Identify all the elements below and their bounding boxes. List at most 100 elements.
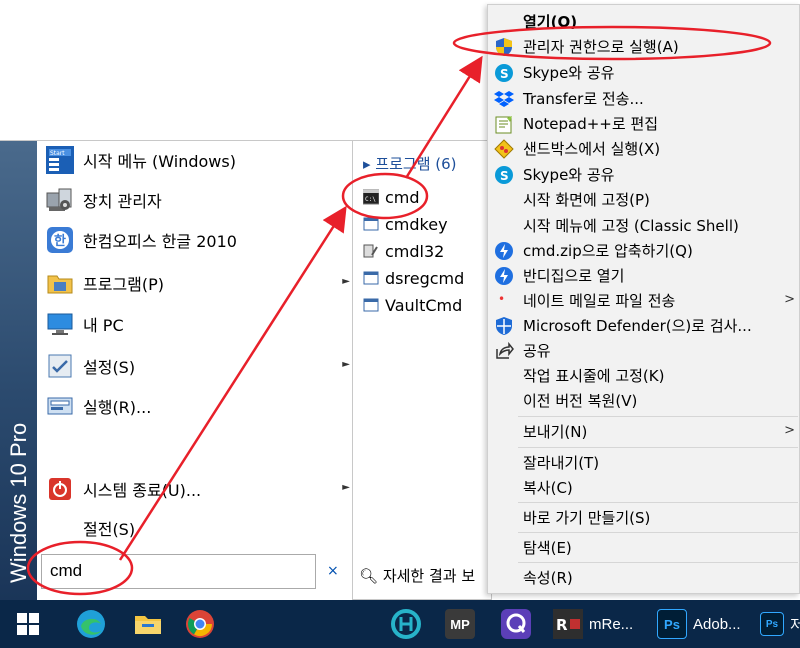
ctx-pin-taskbar[interactable]: 작업 표시줄에 고정(K) (488, 363, 800, 388)
svg-text:한: 한 (54, 233, 66, 249)
share-icon (496, 341, 514, 359)
start-item-label: 시작 메뉴 (Windows) (83, 152, 236, 171)
menu-separator (518, 562, 798, 563)
ctx-label: 이전 버전 복원(V) (523, 392, 638, 410)
ctx-properties[interactable]: 속성(R) (488, 565, 800, 590)
taskbar-label: 저 (790, 616, 800, 634)
taskbar-photoshop-2[interactable]: Ps 저 (760, 608, 800, 640)
photoshop-icon: Ps (657, 609, 687, 639)
uac-shield-icon (496, 38, 512, 56)
ctx-pin-classic-shell[interactable]: 시작 메뉴에 고정 (Classic Shell) (488, 213, 800, 238)
menu-separator (518, 502, 798, 503)
file-explorer-icon (135, 616, 161, 634)
skype-icon: S (495, 64, 513, 82)
ctx-label: 탐색(E) (523, 539, 572, 557)
mp-icon: MP (445, 609, 475, 639)
edge-icon (77, 610, 105, 638)
result-label: cmd (385, 187, 420, 207)
start-item-label: 시스템 종료(U)... (83, 481, 202, 500)
ctx-run-as-admin[interactable]: 관리자 권한으로 실행(A) (488, 34, 800, 59)
ctx-transfer[interactable]: Transfer로 전송... (488, 86, 800, 111)
taskbar-mremote[interactable]: R mRe... (553, 608, 633, 640)
ctx-share-skype[interactable]: S Skype와 공유 (488, 60, 800, 85)
result-label: dsregcmd (385, 268, 465, 288)
start-item-settings[interactable]: 설정(S) ► (37, 349, 360, 383)
ctx-nate-mail[interactable]: • 네이트 메일로 파일 전송 > (488, 288, 800, 313)
ctx-open[interactable]: 열기(O) (488, 9, 800, 34)
taskbar-edge[interactable] (75, 608, 107, 640)
ctx-copy[interactable]: 복사(C) (488, 475, 800, 500)
ctx-restore-versions[interactable]: 이전 버전 복원(V) (488, 388, 800, 413)
taskbar-app-h[interactable] (390, 608, 422, 640)
chrome-icon (186, 610, 214, 638)
taskbar-label: Adob... (693, 615, 741, 633)
start-item-start-menu-windows[interactable]: Start 시작 메뉴 (Windows) (37, 143, 360, 177)
result-vaultcmd[interactable]: VaultCmd (357, 292, 491, 318)
start-item-label: 프로그램(P) (83, 275, 165, 294)
ctx-cut[interactable]: 잘라내기(T) (488, 450, 800, 475)
taskbar-mp[interactable]: MP (445, 608, 475, 640)
ctx-share-skype-2[interactable]: S Skype와 공유 (488, 162, 800, 187)
svg-text:S: S (500, 67, 509, 81)
result-cmdkey[interactable]: cmdkey (357, 211, 491, 237)
ctx-label: 공유 (523, 342, 551, 360)
menu-separator (518, 416, 798, 417)
cmd-icon: C:\ (363, 189, 379, 205)
start-item-run[interactable]: 실행(R)... (37, 389, 360, 423)
chevron-right-icon: ► (342, 276, 350, 287)
ctx-label: Skype와 공유 (523, 64, 615, 82)
programs-header[interactable]: ▸ 프로그램 (6) (363, 153, 457, 174)
ctx-compress-zip[interactable]: cmd.zip으로 압축하기(Q) (488, 238, 800, 263)
ctx-label: 관리자 권한으로 실행(A) (523, 38, 679, 56)
result-cmd[interactable]: C:\ cmd (357, 184, 491, 210)
start-menu-icon: Start (46, 146, 74, 174)
sleep-icon (45, 513, 75, 543)
ctx-explore[interactable]: 탐색(E) (488, 535, 800, 560)
ctx-send-to[interactable]: 보내기(N) > (488, 419, 800, 444)
mp-icon-text: MP (450, 616, 470, 632)
app-window-icon (363, 298, 379, 312)
ctx-label: 속성(R) (523, 569, 573, 587)
start-item-programs[interactable]: 프로그램(P) ► (37, 266, 360, 300)
ctx-label: 네이트 메일로 파일 전송 (523, 292, 676, 310)
windows-start-button[interactable] (16, 608, 40, 640)
taskbar-photoshop[interactable]: Ps Adob... (657, 608, 741, 640)
ps-icon-text: Ps (664, 616, 680, 632)
ctx-open-bandizip[interactable]: 반디집으로 열기 (488, 263, 800, 288)
start-item-label: 한컴오피스 한글 2010 (83, 232, 237, 251)
result-cmdl32[interactable]: cmdl32 (357, 238, 491, 264)
start-item-sleep[interactable]: 절전(S) (37, 511, 360, 545)
ctx-share[interactable]: 공유 (488, 338, 800, 363)
ctx-run-sandbox[interactable]: 샌드박스에서 실행(X) (488, 136, 800, 161)
result-dsregcmd[interactable]: dsregcmd (357, 265, 491, 291)
taskbar-chrome[interactable] (184, 608, 216, 640)
close-icon[interactable]: × (327, 563, 339, 579)
start-item-this-pc[interactable]: 내 PC (37, 307, 360, 341)
ctx-label: 시작 메뉴에 고정 (Classic Shell) (523, 217, 739, 235)
start-item-label: 설정(S) (83, 358, 136, 377)
chevron-right-icon: > (784, 423, 795, 438)
ctx-defender-scan[interactable]: Microsoft Defender(으)로 검사... (488, 313, 800, 338)
ctx-notepadpp[interactable]: Notepad++로 편집 (488, 111, 800, 136)
start-item-shutdown[interactable]: 시스템 종료(U)... ► (37, 472, 360, 506)
see-more-results[interactable]: 🔍︎ 자세한 결과 보 (359, 565, 475, 586)
defender-shield-icon (496, 317, 512, 335)
hancom-hangul-icon: 한 (47, 227, 73, 253)
start-item-device-manager[interactable]: 장치 관리자 (37, 183, 360, 217)
this-pc-icon (47, 313, 73, 335)
taskbar-app-q[interactable] (500, 608, 532, 640)
menu-separator (518, 447, 798, 448)
start-item-hancom-office[interactable]: 한 한컴오피스 한글 2010 (37, 223, 360, 257)
search-input[interactable]: cmd (41, 554, 316, 589)
taskbar-explorer[interactable] (132, 608, 164, 640)
menu-separator (518, 532, 798, 533)
result-label: cmdkey (385, 214, 448, 234)
ctx-create-shortcut[interactable]: 바로 가기 만들기(S) (488, 505, 800, 530)
ctx-label: 열기(O) (523, 13, 578, 31)
programs-folder-icon (47, 275, 73, 294)
mremoteng-icon: R (553, 609, 583, 639)
q-app-icon (501, 609, 531, 639)
app-window-icon (363, 217, 379, 231)
ctx-pin-start[interactable]: 시작 화면에 고정(P) (488, 187, 800, 212)
chevron-right-icon: > (784, 292, 795, 307)
